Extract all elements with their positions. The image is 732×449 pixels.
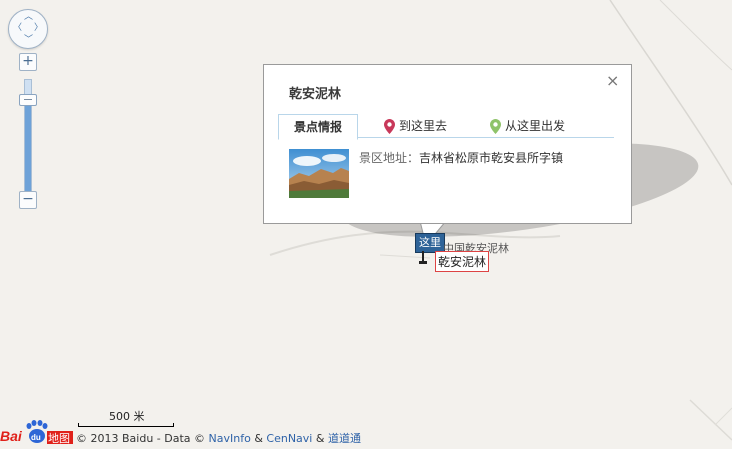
address: 景区地址：吉林省松原市乾安县所字镇 — [359, 149, 563, 166]
pan-right-icon[interactable]: 〉 — [34, 24, 43, 33]
zoom-slider-fill — [25, 98, 31, 193]
tab-scenic-info[interactable]: 景点情报 — [278, 114, 358, 140]
scale-line — [78, 423, 174, 427]
marker-label[interactable]: 乾安泥林 — [435, 251, 490, 272]
tab-label: 到这里去 — [399, 119, 448, 133]
pan-down-icon[interactable]: ﹀ — [24, 36, 33, 45]
pan-up-icon[interactable]: ︿ — [24, 13, 33, 22]
zoom-out-button[interactable]: − — [19, 191, 37, 209]
logo-map-text: 地图 — [48, 432, 70, 445]
location-pin-icon — [384, 119, 395, 134]
tab-route-to[interactable]: 到这里去 — [384, 114, 447, 138]
navinfo-link[interactable]: NavInfo — [209, 432, 251, 445]
copyright-prefix: © 2013 Baidu - Data © — [76, 432, 206, 445]
zoom-in-button[interactable]: + — [19, 53, 37, 71]
svg-text:du: du — [31, 433, 41, 442]
scale-label: 500 米 — [109, 410, 145, 423]
address-value: 吉林省松原市乾安县所字镇 — [419, 151, 564, 165]
paw-icon: du — [26, 420, 48, 443]
logo-brand-text: Bai — [0, 428, 23, 444]
separator: & — [254, 432, 263, 445]
marker-pole-icon — [419, 251, 427, 264]
popup-title: 乾安泥林 — [289, 87, 342, 102]
pan-left-icon[interactable]: 〈 — [13, 24, 22, 33]
tab-label: 从这里出发 — [505, 119, 566, 133]
cennavi-link[interactable]: CenNavi — [266, 432, 312, 445]
tab-route-from[interactable]: 从这里出发 — [490, 114, 565, 138]
scenic-photo[interactable] — [289, 149, 349, 198]
separator: & — [315, 432, 325, 445]
tab-label: 景点情报 — [293, 120, 342, 134]
baidu-logo[interactable]: Bai du 地图 — [0, 418, 74, 449]
info-window: 乾安泥林 × 景点情报 到这里去 从这里出发 景区地址：吉林省松原市乾安县所字镇 — [263, 64, 632, 224]
pan-control[interactable]: ︿ ﹀ 〈 〉 — [8, 9, 48, 49]
location-pin-icon — [490, 119, 501, 134]
address-label: 景区地址： — [359, 151, 420, 165]
daodaotong-link[interactable]: 道道通 — [328, 432, 361, 445]
zoom-slider-thumb[interactable] — [19, 94, 37, 106]
close-icon[interactable]: × — [606, 71, 619, 90]
marker-sign[interactable]: 这里 — [415, 233, 445, 253]
copyright: © 2013 Baidu - Data © NavInfo & CenNavi … — [76, 430, 361, 446]
